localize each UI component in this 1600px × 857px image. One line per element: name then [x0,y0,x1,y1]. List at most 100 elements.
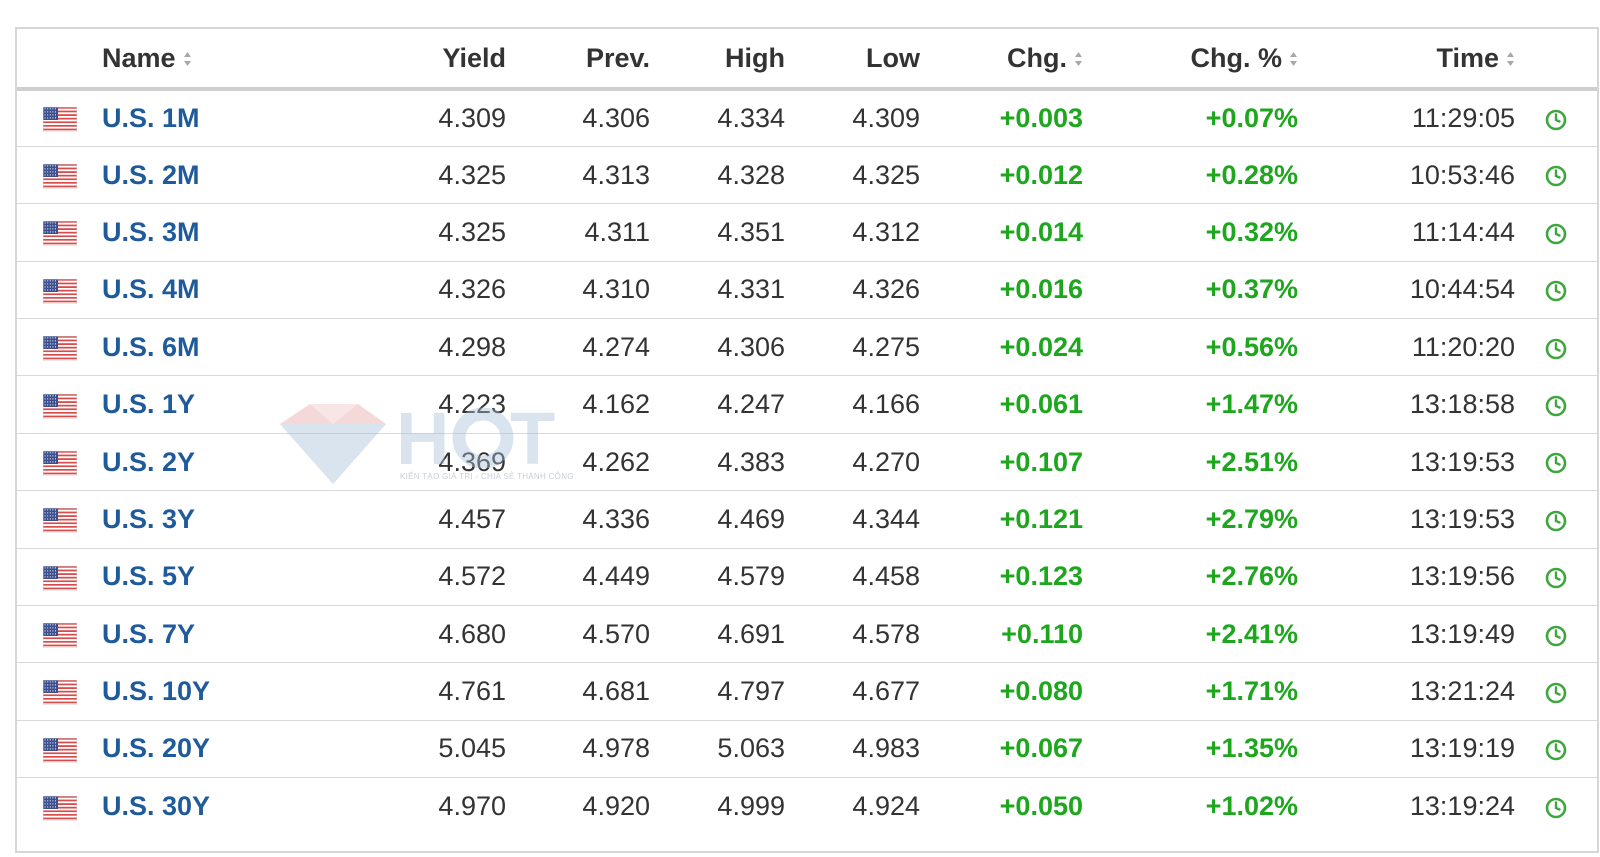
us-flag-icon [42,737,77,763]
time-cell: 11:20:20 [1315,318,1515,377]
sort-icon [1507,52,1514,67]
prev-cell: 4.274 [532,318,667,377]
yield-cell: 4.325 [347,146,532,205]
table-row: U.S. 4M 4.326 4.310 4.331 4.326 +0.016 +0.37% 1… [17,261,1597,320]
status-cell [1515,778,1597,835]
header-name[interactable]: Name [102,29,347,91]
header-chg[interactable]: Chg. [937,29,1100,91]
status-cell [1515,548,1597,607]
low-cell: 4.924 [852,791,920,822]
high-cell: 4.469 [667,490,802,549]
name-cell: U.S. 30Y [102,778,347,835]
flag-cell [17,146,102,205]
flag-cell [17,203,102,262]
low-cell: 4.275 [802,318,937,377]
prev-cell: 4.306 [532,89,667,147]
name-cell: U.S. 3M [102,203,347,262]
chg-pct-cell: +2.41% [1100,605,1315,664]
bond-name-link[interactable]: U.S. 10Y [102,676,210,706]
chg-pct-cell: +0.32% [1100,203,1315,262]
clock-icon [1545,395,1567,417]
table-row: U.S. 3Y 4.457 4.336 4.469 4.344 +0.121 +2.79% 1… [17,490,1597,549]
flag-cell [17,89,102,147]
chg-pct-cell: +2.76% [1100,548,1315,607]
name-cell: U.S. 6M [102,318,347,377]
status-cell [1515,605,1597,664]
time-cell: 10:53:46 [1315,146,1515,205]
header-status [1515,29,1597,91]
bond-name-link[interactable]: U.S. 6M [102,332,200,362]
bond-name-link[interactable]: U.S. 4M [102,274,200,304]
bond-name-link[interactable]: U.S. 3Y [102,504,195,534]
bond-name-link[interactable]: U.S. 2Y [102,447,195,477]
chg-pct-cell: +1.47% [1100,375,1315,434]
prev-cell: 4.336 [532,490,667,549]
status-cell [1515,89,1597,147]
yield-cell: 4.761 [347,662,532,721]
flag-cell [17,261,102,320]
us-flag-icon [42,450,77,476]
table-row: U.S. 7Y 4.680 4.570 4.691 4.578 +0.110 +2.41% 1… [17,605,1597,664]
chg-pct-cell: +0.37% [1100,261,1315,320]
clock-icon [1545,625,1567,646]
clock-icon [1545,453,1567,474]
prev-cell: 4.920 [582,791,650,822]
table-row: U.S. 5Y 4.572 4.449 4.579 4.458 +0.123 +2.76% 1… [17,548,1597,607]
chg-cell: +0.024 [937,318,1100,377]
header-time[interactable]: Time [1315,29,1515,91]
yield-cell: 5.045 [347,720,532,779]
clock-icon [1545,740,1567,761]
us-flag-icon [42,278,77,304]
header-name-label: Name [102,42,176,73]
clock-icon [1545,338,1567,359]
yield-cell: 4.326 [347,261,532,320]
us-flag-icon [42,221,77,247]
prev-cell: 4.681 [532,662,667,721]
chg-pct-cell: +2.79% [1100,490,1315,549]
low-cell: 4.344 [802,490,937,549]
chg-cell: +0.067 [937,720,1100,779]
header-high: High [667,29,802,91]
time-cell: 13:19:53 [1315,433,1515,492]
bond-name-link[interactable]: U.S. 20Y [102,733,210,763]
bond-name-link[interactable]: U.S. 1Y [102,389,195,419]
time-cell: 11:14:44 [1315,203,1515,262]
header-chg-pct[interactable]: Chg. % [1100,29,1315,91]
chg-cell: +0.014 [937,203,1100,262]
chg-pct-cell: +2.51% [1100,433,1315,492]
clock-icon [1545,797,1567,819]
us-flag-icon [42,393,77,419]
prev-cell: 4.978 [532,720,667,779]
header-time-label: Time [1436,42,1499,73]
clock-icon [1545,567,1567,589]
table-row: U.S. 10Y 4.761 4.681 4.797 4.677 +0.080 +1.71%… [17,662,1597,721]
bond-name-link[interactable]: U.S. 5Y [102,561,195,591]
chg-cell: +0.003 [937,89,1100,147]
bond-name-link[interactable]: U.S. 3M [102,217,200,247]
table-row: U.S. 2Y 4.369 4.262 4.383 4.270 +0.107 +2.51% 1… [17,433,1597,492]
bond-name-link[interactable]: U.S. 2M [102,160,200,190]
prev-cell: 4.570 [532,605,667,664]
table-row: U.S. 2M 4.325 4.313 4.328 4.325 +0.012 +0.28% 1… [17,146,1597,205]
header-yield: Yield [347,29,532,91]
flag-cell [17,778,102,835]
high-cell: 4.334 [667,89,802,147]
status-cell [1515,146,1597,205]
chg-cell: +0.121 [937,490,1100,549]
name-cell: U.S. 5Y [102,548,347,607]
bond-name-link[interactable]: U.S. 30Y [102,791,210,821]
high-cell: 4.306 [667,318,802,377]
yield-cell: 4.325 [347,203,532,262]
flag-cell [17,662,102,721]
bond-name-link[interactable]: U.S. 1M [102,103,200,133]
us-flag-icon [42,623,77,649]
name-cell: U.S. 2Y [102,433,347,492]
chg-pct-cell: +0.28% [1100,146,1315,205]
prev-cell: 4.313 [532,146,667,205]
us-flag-icon [42,565,77,591]
watermark-tagline: KIẾN TẠO GIÁ TRỊ - CHIA SẺ THÀNH CÔNG [400,472,574,481]
bond-name-link[interactable]: U.S. 7Y [102,619,195,649]
name-cell: U.S. 1M [102,89,347,147]
chg-pct-cell: +1.02% [1205,791,1298,822]
yield-cell: 4.457 [347,490,532,549]
